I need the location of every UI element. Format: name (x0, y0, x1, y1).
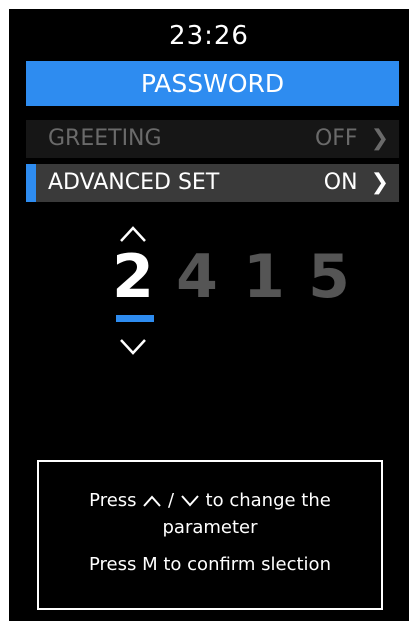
password-digit-1[interactable]: 2 (111, 245, 155, 309)
help-press-text: Press (89, 490, 137, 511)
menu-item-label: ADVANCED SET (48, 170, 220, 195)
menu-item-greeting[interactable]: GREETING OFF ❯ (26, 120, 399, 158)
selection-indicator (26, 164, 36, 202)
help-box: Press / to change the parameter Press M … (37, 460, 383, 610)
password-digit-2[interactable]: 4 (175, 245, 219, 309)
device-screen: 23:26 PASSWORD GREETING OFF ❯ ADVANCED S… (9, 9, 409, 621)
advanced-set-value: ON (323, 170, 358, 195)
chevron-right-icon: ❯ (370, 170, 389, 195)
menu-item-value: OFF ❯ (315, 120, 389, 158)
help-line-1: Press / to change the (39, 490, 381, 511)
password-digit-3[interactable]: 1 (242, 245, 286, 309)
clock: 23:26 (169, 21, 249, 51)
help-line-3: Press M to confirm slection (89, 554, 331, 575)
menu-item-label: GREETING (48, 126, 162, 151)
menu-item-advanced-set[interactable]: ADVANCED SET ON ❯ (26, 164, 399, 202)
help-separator: / (168, 490, 175, 511)
page-title: PASSWORD (140, 69, 285, 98)
digit-cursor (116, 315, 154, 322)
chevron-down-icon (181, 495, 199, 507)
greeting-value: OFF (314, 126, 358, 151)
help-line-2: parameter (162, 517, 258, 538)
help-change-text: to change the (205, 490, 331, 511)
password-digit-4[interactable]: 5 (307, 245, 351, 309)
chevron-right-icon: ❯ (370, 126, 389, 151)
chevron-up-icon (143, 495, 162, 507)
title-bar: PASSWORD (26, 61, 399, 106)
chevron-up-icon[interactable] (119, 225, 147, 243)
menu-item-value: ON ❯ (324, 164, 389, 202)
chevron-down-icon[interactable] (119, 338, 147, 356)
